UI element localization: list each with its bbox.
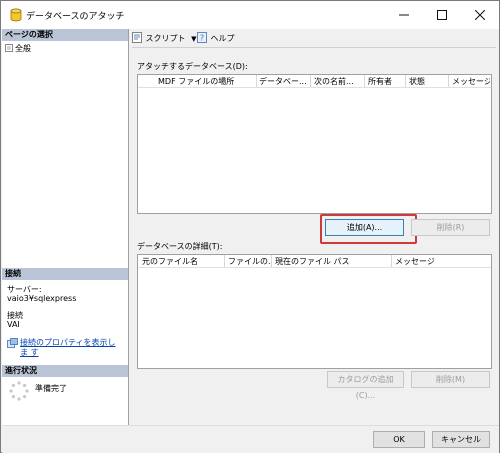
add-catalog-button[interactable]: カタログの追加(C)...	[327, 371, 404, 400]
help-button[interactable]: ? ヘルプ	[197, 32, 235, 44]
maximize-button[interactable]	[423, 1, 461, 29]
maximize-icon	[437, 10, 447, 20]
cancel-button[interactable]: キャンセル	[432, 431, 490, 448]
column-divider	[310, 75, 311, 87]
column-divider	[405, 75, 406, 87]
toolbar-separator	[132, 47, 496, 48]
properties-icon	[7, 338, 18, 348]
column-divider	[364, 75, 365, 87]
close-icon	[474, 9, 486, 21]
remove-detail-button[interactable]: 削除(M)	[411, 371, 490, 388]
chevron-down-icon[interactable]: ▼	[191, 35, 196, 43]
svg-text:?: ?	[200, 34, 204, 43]
attach-database-dialog: データベースのアタッチ ページの選択 全般 接続 サーバー: vaio3¥sql…	[0, 0, 500, 453]
column-header[interactable]: 次の名前...	[314, 76, 364, 87]
progress-header: 進行状況	[2, 365, 128, 377]
column-divider	[391, 255, 392, 267]
add-button[interactable]: 追加(A)...	[325, 219, 404, 236]
minimize-icon	[399, 14, 409, 16]
column-divider	[448, 75, 449, 87]
attach-grid-header: MDF ファイルの場所 データベー... 次の名前... 所有者 状態 メッセー…	[138, 75, 491, 88]
column-header[interactable]: MDF ファイルの場所	[158, 76, 254, 87]
column-header[interactable]: 現在のファイル パス	[275, 256, 387, 267]
progress-spinner-icon	[9, 381, 29, 401]
column-divider	[271, 255, 272, 267]
minimize-button[interactable]	[385, 1, 423, 29]
column-header[interactable]: メッセージ	[452, 76, 490, 87]
database-icon	[10, 8, 22, 22]
script-button[interactable]: スクリプト ▼	[132, 32, 196, 44]
column-divider	[256, 75, 257, 87]
progress-status: 準備完了	[35, 384, 67, 393]
database-details-grid[interactable]: 元のファイル名 ファイルの... 現在のファイル パス メッセージ	[137, 254, 492, 369]
connection-header: 接続	[2, 268, 128, 280]
page-icon	[5, 44, 13, 52]
column-header[interactable]: 元のファイル名	[142, 256, 222, 267]
left-pane: ページの選択 全般 接続 サーバー: vaio3¥sqlexpress 接続 V…	[2, 29, 129, 425]
view-connection-properties-link[interactable]: 接続のプロパティを表示しま す	[20, 338, 122, 358]
attach-databases-label: アタッチするデータベース(D):	[137, 62, 248, 71]
title-bar: データベースのアタッチ	[1, 1, 499, 29]
script-label: スクリプト	[145, 34, 186, 43]
database-details-label: データベースの詳細(T):	[137, 242, 223, 251]
connection-value: VAI	[7, 320, 20, 329]
details-grid-header: 元のファイル名 ファイルの... 現在のファイル パス メッセージ	[138, 255, 491, 268]
ok-button[interactable]: OK	[373, 431, 425, 448]
script-icon	[132, 32, 142, 43]
close-button[interactable]	[461, 1, 499, 29]
page-item-general[interactable]: 全般	[5, 42, 65, 53]
column-header[interactable]: 状態	[409, 76, 445, 87]
server-value: vaio3¥sqlexpress	[7, 294, 77, 303]
column-header[interactable]: データベー...	[259, 76, 311, 87]
select-page-header: ページの選択	[2, 29, 128, 41]
column-header[interactable]: メッセージ	[395, 256, 485, 267]
help-icon: ?	[197, 32, 207, 43]
page-item-label: 全般	[15, 44, 31, 53]
dialog-footer: OK キャンセル	[2, 425, 499, 453]
remove-database-button[interactable]: 削除(R)	[411, 219, 490, 236]
help-label: ヘルプ	[210, 34, 235, 43]
attach-databases-grid[interactable]: MDF ファイルの場所 データベー... 次の名前... 所有者 状態 メッセー…	[137, 74, 492, 214]
column-header[interactable]: ファイルの...	[228, 256, 270, 267]
window-title: データベースのアタッチ	[26, 12, 125, 22]
column-header[interactable]: 所有者	[368, 76, 406, 87]
column-divider	[224, 255, 225, 267]
